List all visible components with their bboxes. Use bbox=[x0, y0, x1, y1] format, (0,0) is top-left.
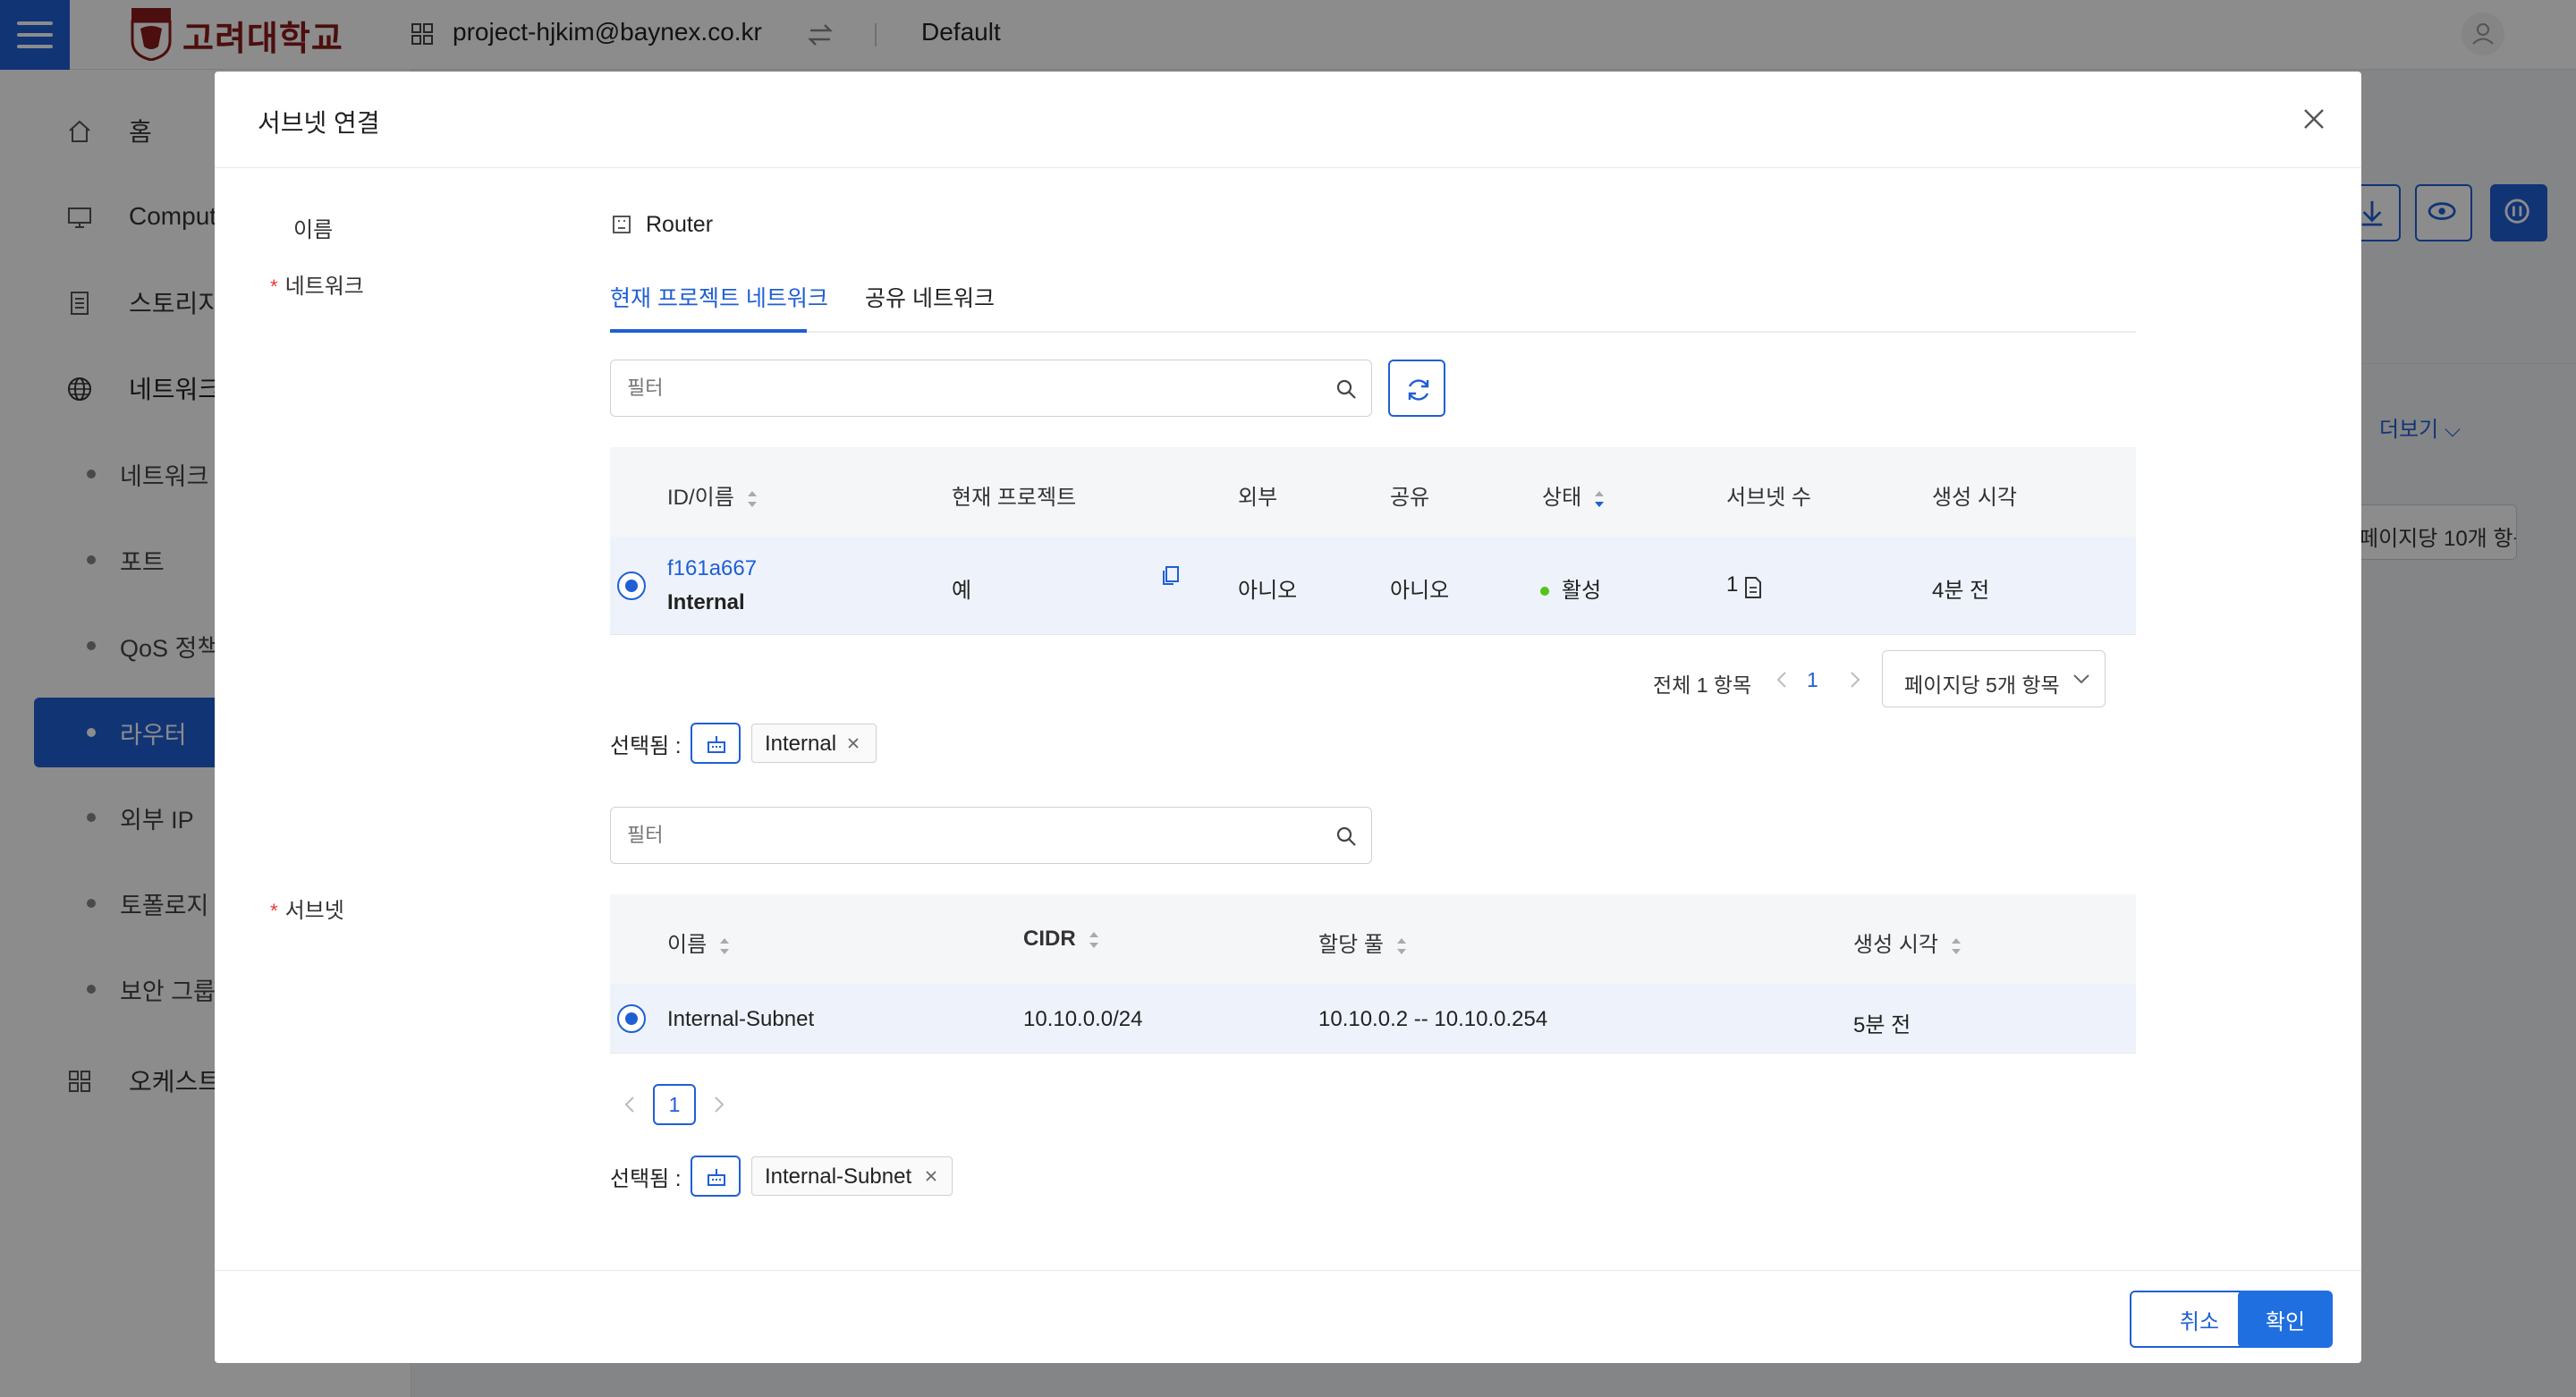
network-table-header: ID/이름 현재 프로젝트 외부 공유 상태 서브넷 수 생성 시각 bbox=[610, 447, 2136, 537]
selected-subnet-icon-button[interactable] bbox=[691, 1156, 741, 1197]
name-label: 이름 bbox=[293, 218, 334, 242]
table-row[interactable]: f161a667 Internal 예 아니오 아니오 활성 1 4분 전 bbox=[610, 537, 2136, 635]
required-mark: * bbox=[270, 900, 278, 922]
dialog-title: 서브넷 연결 bbox=[258, 109, 380, 137]
close-icon[interactable] bbox=[924, 1169, 938, 1183]
router-name-value: Router bbox=[646, 212, 714, 237]
column-header-current-project: 현재 프로젝트 bbox=[952, 486, 1077, 510]
next-page-icon[interactable] bbox=[1844, 670, 1864, 690]
subnet-field-label: * 서브넷 bbox=[270, 899, 344, 923]
network-radio-selected[interactable] bbox=[617, 572, 646, 600]
router-icon bbox=[613, 216, 631, 233]
column-header-cidr[interactable]: CIDR bbox=[1023, 927, 1099, 952]
subnet-page-1[interactable]: 1 bbox=[653, 1084, 696, 1125]
selected-network-icon-button[interactable] bbox=[691, 723, 741, 764]
search-icon[interactable] bbox=[1335, 825, 1358, 848]
network-icon bbox=[708, 736, 725, 753]
subnet-allocation-pool: 10.10.0.2 -- 10.10.0.254 bbox=[1318, 1007, 1548, 1031]
sort-icon[interactable] bbox=[1951, 935, 1962, 958]
subnet-cidr: 10.10.0.0/24 bbox=[1023, 1007, 1143, 1031]
confirm-button[interactable]: 확인 bbox=[2238, 1291, 2333, 1348]
chevron-down-icon bbox=[2073, 674, 2089, 684]
shared-value: 아니오 bbox=[1390, 579, 1450, 603]
search-icon[interactable] bbox=[1335, 377, 1358, 401]
network-per-page-select[interactable]: 페이지당 5개 항목 bbox=[1882, 650, 2106, 707]
prev-page-icon[interactable] bbox=[1773, 670, 1792, 690]
column-header-external: 외부 bbox=[1238, 486, 1278, 510]
network-page-1[interactable]: 1 bbox=[1807, 668, 1818, 692]
refresh-icon bbox=[1408, 379, 1429, 401]
created-time-value: 4분 전 bbox=[1932, 579, 1990, 603]
column-header-shared: 공유 bbox=[1390, 486, 1430, 510]
network-id-link[interactable]: f161a667 bbox=[667, 556, 757, 581]
close-icon[interactable] bbox=[846, 736, 860, 750]
subnet-radio-selected[interactable] bbox=[617, 1004, 646, 1033]
network-icon bbox=[708, 1169, 725, 1186]
column-header-created: 생성 시각 bbox=[1932, 486, 2017, 510]
copy-icon[interactable] bbox=[1161, 565, 1181, 587]
tab-shared-network[interactable]: 공유 네트워크 bbox=[865, 281, 995, 313]
selected-subnet-label: 선택됨 : bbox=[610, 1167, 682, 1191]
sort-icon[interactable] bbox=[1089, 928, 1099, 952]
network-tabs: 현재 프로젝트 네트워크 공유 네트워크 bbox=[610, 254, 2136, 333]
subnet-created-time: 5분 전 bbox=[1853, 1013, 1911, 1037]
column-header-name[interactable]: 이름 bbox=[667, 927, 730, 958]
sort-icon[interactable] bbox=[1396, 935, 1407, 958]
sort-icon[interactable] bbox=[719, 935, 730, 958]
external-value: 아니오 bbox=[1238, 579, 1298, 603]
network-total-count: 전체 1 항목 bbox=[1653, 673, 1752, 697]
column-header-status[interactable]: 상태 bbox=[1542, 479, 1605, 511]
active-tab-indicator bbox=[610, 329, 807, 333]
sort-icon[interactable] bbox=[747, 487, 758, 511]
refresh-button[interactable] bbox=[1388, 360, 1445, 417]
subnet-filter-input[interactable] bbox=[610, 807, 1372, 864]
dialog-footer: 취소 확인 bbox=[215, 1270, 2361, 1363]
required-mark: * bbox=[270, 275, 278, 298]
network-name: Internal bbox=[667, 590, 745, 614]
status-active-dot bbox=[1540, 587, 1549, 596]
selected-network-label: 선택됨 : bbox=[610, 734, 682, 758]
document-icon[interactable] bbox=[1743, 576, 1763, 599]
network-field-label: * 네트워크 bbox=[270, 275, 364, 299]
subnet-name: Internal-Subnet bbox=[667, 1007, 815, 1031]
column-header-id-name[interactable]: ID/이름 bbox=[667, 479, 758, 511]
column-header-subnet-count: 서브넷 수 bbox=[1726, 486, 1811, 510]
column-header-created[interactable]: 생성 시각 bbox=[1853, 927, 1962, 958]
table-row[interactable]: Internal-Subnet 10.10.0.0/24 10.10.0.2 -… bbox=[610, 984, 2136, 1054]
column-header-allocation-pool[interactable]: 할당 풀 bbox=[1318, 927, 1407, 958]
status-value: 활성 bbox=[1562, 579, 1602, 603]
tab-current-project-network[interactable]: 현재 프로젝트 네트워크 bbox=[610, 281, 828, 313]
next-page-icon[interactable] bbox=[708, 1095, 728, 1114]
selected-subnet-chip: Internal-Subnet bbox=[751, 1156, 953, 1196]
subnet-count-value: 1 bbox=[1726, 572, 1739, 597]
dialog-header: 서브넷 연결 bbox=[215, 72, 2361, 168]
network-filter-input[interactable] bbox=[610, 360, 1372, 417]
prev-page-icon[interactable] bbox=[621, 1095, 640, 1114]
current-project-value: 예 bbox=[952, 579, 972, 603]
subnet-table-header: 이름 CIDR 할당 풀 생성 시각 bbox=[610, 894, 2136, 984]
close-icon[interactable] bbox=[2301, 106, 2327, 132]
sort-icon[interactable] bbox=[1594, 487, 1605, 511]
connect-subnet-dialog: 서브넷 연결 이름 Router * 네트워크 현재 프로젝트 네트워크 공유 네… bbox=[215, 72, 2361, 1363]
